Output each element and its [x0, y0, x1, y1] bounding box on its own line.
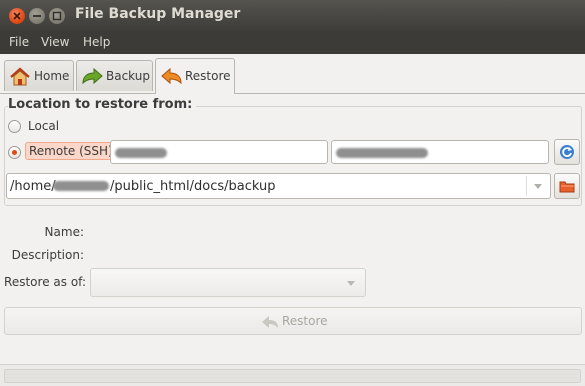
description-label: Description: — [11, 248, 84, 262]
tab-home[interactable]: Home — [4, 60, 74, 91]
restore-as-of-label: Restore as of: — [4, 275, 86, 289]
backup-path-combo[interactable]: /home/ /public_html/docs/backup — [6, 173, 551, 199]
menu-view[interactable]: View — [41, 35, 69, 49]
restore-button[interactable]: Restore — [4, 307, 582, 335]
refresh-icon — [560, 145, 574, 159]
status-bar — [0, 364, 585, 386]
tab-backup-label: Backup — [106, 69, 150, 83]
redacted-user — [336, 148, 428, 158]
radio-remote-ssh[interactable] — [8, 146, 21, 159]
redacted-host — [115, 148, 167, 158]
backup-path-prefix: /home/ — [10, 179, 56, 194]
home-icon — [10, 67, 30, 86]
refresh-button[interactable] — [554, 139, 580, 165]
tab-restore[interactable]: Restore — [155, 58, 235, 94]
browse-folder-button[interactable] — [554, 173, 580, 199]
restore-as-of-select[interactable] — [90, 268, 366, 297]
window-title: File Backup Manager — [75, 6, 241, 22]
name-label: Name: — [44, 225, 84, 239]
status-progress — [4, 369, 581, 383]
tab-restore-label: Restore — [185, 69, 231, 83]
tab-home-label: Home — [34, 69, 70, 83]
restore-arrow-icon — [262, 316, 278, 328]
radio-remote-ssh-label[interactable]: Remote (SSH) — [25, 142, 117, 160]
close-icon — [13, 12, 21, 20]
menu-bar: File View Help — [0, 31, 585, 54]
path-dropdown-arrow[interactable] — [526, 176, 546, 196]
backup-arrow-icon — [82, 67, 103, 85]
ssh-user-field[interactable] — [331, 140, 549, 164]
tab-backup[interactable]: Backup — [76, 60, 153, 91]
menu-file[interactable]: File — [9, 35, 29, 49]
backup-path-suffix: /public_html/docs/backup — [110, 179, 276, 194]
maximize-icon — [52, 11, 62, 21]
maximize-window-button[interactable] — [49, 8, 65, 24]
minimize-icon — [33, 15, 41, 17]
title-bar: File Backup Manager — [0, 0, 585, 31]
radio-local[interactable] — [8, 120, 21, 133]
menu-help[interactable]: Help — [83, 35, 110, 49]
redacted-username — [53, 181, 109, 191]
close-window-button[interactable] — [9, 8, 25, 24]
folder-icon — [559, 181, 575, 193]
minimize-window-button[interactable] — [29, 8, 45, 24]
tab-divider — [0, 93, 585, 94]
radio-local-label[interactable]: Local — [28, 119, 59, 133]
location-group-label: Location to restore from: — [8, 97, 197, 112]
restore-arrow-icon — [161, 67, 182, 85]
restore-button-label: Restore — [282, 314, 328, 328]
ssh-host-field[interactable] — [110, 140, 328, 164]
